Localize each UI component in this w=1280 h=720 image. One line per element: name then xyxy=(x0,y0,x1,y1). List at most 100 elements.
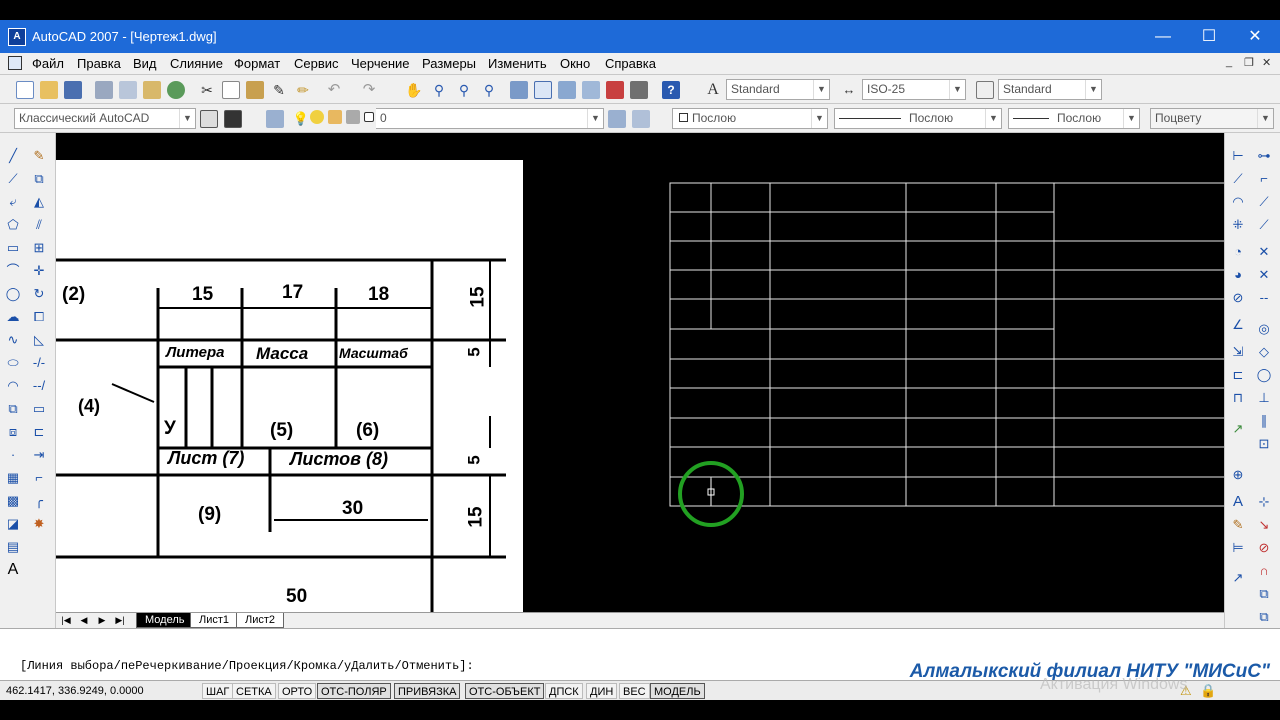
array-icon[interactable]: ⊞ xyxy=(30,239,48,257)
chamfer-icon[interactable]: ⌐ xyxy=(30,469,48,487)
insert-block-icon[interactable]: ⧉ xyxy=(4,400,22,418)
snap-node-icon[interactable]: ⊹ xyxy=(1255,493,1273,511)
publish-icon[interactable] xyxy=(143,81,161,99)
zoom-previous-icon[interactable]: ⚲ xyxy=(480,81,498,99)
extend-icon[interactable]: --/ xyxy=(30,377,48,395)
osnap-settings-icon[interactable]: ∩ xyxy=(1255,562,1273,580)
aligned-dimension-icon[interactable]: ⟋ xyxy=(1229,170,1247,188)
minimize-button[interactable]: — xyxy=(1140,24,1186,50)
snap-perpendicular-icon[interactable]: ⊥ xyxy=(1255,389,1273,407)
dimension-edit-icon[interactable]: A xyxy=(1229,493,1247,511)
dimension-update-icon[interactable]: ⊨ xyxy=(1229,539,1247,557)
cut-icon[interactable]: ✂ xyxy=(198,81,216,99)
make-block-icon[interactable]: ⧈ xyxy=(4,423,22,441)
sheet-set-icon[interactable] xyxy=(582,81,600,99)
calculator-icon[interactable] xyxy=(630,81,648,99)
jogged-dimension-icon[interactable]: ◕ xyxy=(1229,266,1247,284)
pan-icon[interactable]: ✋ xyxy=(405,81,423,99)
otrack-toggle[interactable]: ОТС-ОБЪЕКТ xyxy=(465,683,545,699)
ellipse-icon[interactable]: ⬭ xyxy=(4,354,22,372)
snap-insert-icon[interactable]: ⊡ xyxy=(1255,435,1273,453)
table-icon[interactable]: ▤ xyxy=(4,538,22,556)
redo-icon[interactable]: ↷ xyxy=(360,81,378,99)
tool-palettes-icon[interactable] xyxy=(558,81,576,99)
save-workspace-icon[interactable] xyxy=(224,110,242,128)
ducs-toggle[interactable]: ДПСК xyxy=(545,683,583,699)
tab-sheet2[interactable]: Лист2 xyxy=(236,613,285,628)
ellipse-arc-icon[interactable]: ◠ xyxy=(4,377,22,395)
break-icon[interactable]: ▭ xyxy=(30,400,48,418)
text-style-select[interactable]: Standard ▼ xyxy=(726,79,830,100)
radius-dimension-icon[interactable]: ◔ xyxy=(1229,243,1247,261)
new-icon[interactable] xyxy=(16,81,34,99)
snap-extension-icon[interactable]: -- xyxy=(1255,289,1273,307)
offset-icon[interactable]: ⫽ xyxy=(30,216,48,234)
erase-icon[interactable]: ✎ xyxy=(30,147,48,165)
arc-length-icon[interactable]: ◠ xyxy=(1229,193,1247,211)
zoom-realtime-icon[interactable]: ⚲ xyxy=(430,81,448,99)
multiline-text-icon[interactable]: A xyxy=(4,561,22,579)
prev-tab-icon[interactable]: ◀ xyxy=(76,614,92,627)
preview-icon[interactable] xyxy=(119,81,137,99)
ortho-toggle[interactable]: ОРТО xyxy=(278,683,317,699)
menu-help[interactable]: Справка xyxy=(605,56,656,71)
design-center-icon[interactable] xyxy=(534,81,552,99)
mdi-close-icon[interactable]: ✕ xyxy=(1262,56,1271,69)
maximize-button[interactable]: ☐ xyxy=(1186,24,1232,50)
menu-tools[interactable]: Сервис xyxy=(294,56,339,71)
explode-icon[interactable]: ✸ xyxy=(30,515,48,533)
leader-icon[interactable]: ↗ xyxy=(1229,420,1247,438)
circle-icon[interactable]: ◯ xyxy=(4,285,22,303)
revision-cloud-icon[interactable]: ☁ xyxy=(4,308,22,326)
coordinates-readout[interactable]: 462.1417, 336.9249, 0.0000 xyxy=(6,685,144,697)
snap-nearest-icon[interactable]: ↘ xyxy=(1255,516,1273,534)
baseline-dimension-icon[interactable]: ⊏ xyxy=(1229,366,1247,384)
workspace-settings-icon[interactable] xyxy=(200,110,218,128)
web-icon[interactable] xyxy=(167,81,185,99)
plotstyle-select[interactable]: Поцвету ▼ xyxy=(1150,108,1274,129)
table-style-select[interactable]: Standard ▼ xyxy=(998,79,1102,100)
polyline-icon[interactable]: ⤶ xyxy=(4,193,22,211)
mdi-restore-icon[interactable]: ❐ xyxy=(1244,56,1254,69)
print-icon[interactable] xyxy=(95,81,113,99)
point-icon[interactable]: · xyxy=(4,446,22,464)
menu-merge[interactable]: Слияние xyxy=(170,56,223,71)
gradient-icon[interactable]: ▩ xyxy=(4,492,22,510)
quick-dimension-icon[interactable]: ⇲ xyxy=(1229,343,1247,361)
move-icon[interactable]: ✛ xyxy=(30,262,48,280)
rotate-icon[interactable]: ↻ xyxy=(30,285,48,303)
grid-toggle[interactable]: СЕТКА xyxy=(232,683,276,699)
paste-icon[interactable] xyxy=(246,81,264,99)
menu-window[interactable]: Окно xyxy=(560,56,590,71)
help-icon[interactable]: ? xyxy=(662,81,680,99)
lineweight-select[interactable]: Послою ▼ xyxy=(1008,108,1140,129)
layer-isolate-icon[interactable]: ⧉ xyxy=(1255,608,1273,626)
dim-style-icon[interactable]: ↔ xyxy=(840,81,858,99)
layer-states-icon[interactable]: ⧉ xyxy=(1255,585,1273,603)
continue-dimension-icon[interactable]: ⊓ xyxy=(1229,389,1247,407)
construction-line-icon[interactable]: ⟋ xyxy=(4,170,22,188)
match-properties-icon[interactable]: ✎ xyxy=(270,81,288,99)
close-button[interactable]: ✕ xyxy=(1232,24,1278,50)
snap-none-icon[interactable]: ⊘ xyxy=(1255,539,1273,557)
diameter-dimension-icon[interactable]: ⊘ xyxy=(1229,289,1247,307)
layer-manager-icon[interactable] xyxy=(266,110,284,128)
dyn-toggle[interactable]: ДИН xyxy=(586,683,618,699)
linear-dimension-icon[interactable]: ⊢ xyxy=(1229,147,1247,165)
snap-parallel-icon[interactable]: ∥ xyxy=(1255,412,1273,430)
model-toggle[interactable]: МОДЕЛЬ xyxy=(650,683,705,699)
snap-center-icon[interactable]: ◎ xyxy=(1255,320,1273,338)
rectangle-icon[interactable]: ▭ xyxy=(4,239,22,257)
markup-icon[interactable] xyxy=(606,81,624,99)
document-icon[interactable] xyxy=(8,56,22,70)
ordinate-dimension-icon[interactable]: ⁜ xyxy=(1229,216,1247,234)
tab-sheet1[interactable]: Лист1 xyxy=(190,613,239,628)
snap-apparent-icon[interactable]: ✕ xyxy=(1255,266,1273,284)
zoom-window-icon[interactable]: ⚲ xyxy=(455,81,473,99)
trim-icon[interactable]: -/- xyxy=(30,354,48,372)
hatch-icon[interactable]: ▦ xyxy=(4,469,22,487)
lwt-toggle[interactable]: ВЕС xyxy=(619,683,650,699)
layer-previous-icon[interactable] xyxy=(632,110,650,128)
color-select[interactable]: Послою ▼ xyxy=(672,108,828,129)
undo-icon[interactable]: ↶ xyxy=(325,81,343,99)
